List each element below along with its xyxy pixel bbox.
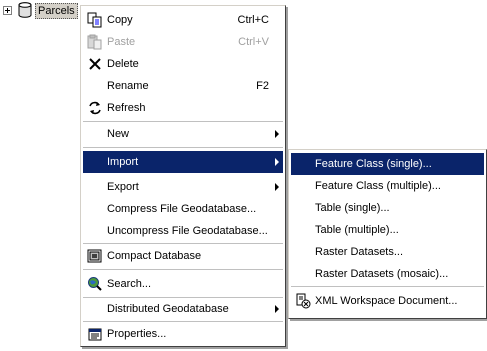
menu-item-label: Uncompress File Geodatabase... bbox=[107, 225, 268, 237]
submenu-item-label: Feature Class (multiple)... bbox=[315, 180, 441, 192]
submenu-item-xml-workspace-document[interactable]: XML Workspace Document... bbox=[291, 290, 484, 312]
submenu-arrow-icon bbox=[275, 158, 279, 166]
geodatabase-icon bbox=[18, 2, 32, 18]
submenu-arrow-icon bbox=[275, 183, 279, 191]
expand-plus-icon[interactable] bbox=[3, 6, 12, 15]
menu-separator bbox=[291, 286, 484, 288]
menu-item-import[interactable]: Import bbox=[83, 151, 283, 173]
delete-x-icon bbox=[89, 58, 101, 70]
properties-icon bbox=[88, 328, 102, 341]
menu-item-label: Search... bbox=[107, 278, 152, 290]
menu-item-label: New bbox=[107, 128, 130, 140]
menu-item-label: Distributed Geodatabase bbox=[107, 303, 229, 315]
search-globe-icon bbox=[88, 277, 102, 291]
menu-item-rename[interactable]: Rename F2 bbox=[83, 75, 283, 97]
submenu-item-raster-datasets-mosaic[interactable]: Raster Datasets (mosaic)... bbox=[291, 263, 484, 285]
copy-icon bbox=[87, 12, 102, 28]
menu-separator bbox=[83, 269, 283, 271]
shortcut-text: Ctrl+V bbox=[238, 36, 269, 48]
menu-item-export[interactable]: Export bbox=[83, 176, 283, 198]
menu-item-copy[interactable]: Copy Ctrl+C bbox=[83, 9, 283, 31]
import-submenu: Feature Class (single)... Feature Class … bbox=[288, 149, 487, 319]
menu-item-properties[interactable]: Properties... bbox=[83, 323, 283, 345]
compact-database-icon bbox=[87, 249, 102, 263]
menu-item-compress-file-geodatabase[interactable]: Compress File Geodatabase... bbox=[83, 198, 283, 220]
menu-item-label: Export bbox=[107, 181, 139, 193]
submenu-item-feature-class-multiple[interactable]: Feature Class (multiple)... bbox=[291, 175, 484, 197]
submenu-item-table-single[interactable]: Table (single)... bbox=[291, 197, 484, 219]
menu-separator bbox=[83, 147, 283, 149]
menu-item-label: Copy bbox=[107, 14, 133, 26]
submenu-item-label: Table (multiple)... bbox=[315, 224, 399, 236]
tree-node-label[interactable]: Parcels bbox=[35, 3, 78, 19]
menu-item-label: Refresh bbox=[107, 102, 146, 114]
menu-item-label: Paste bbox=[107, 36, 136, 48]
context-menu: Copy Ctrl+C Paste Ctrl+V Delete Rename F… bbox=[80, 5, 286, 347]
submenu-arrow-icon bbox=[275, 130, 279, 138]
menu-item-paste[interactable]: Paste Ctrl+V bbox=[83, 31, 283, 53]
menu-item-uncompress-file-geodatabase[interactable]: Uncompress File Geodatabase... bbox=[83, 220, 283, 242]
menu-item-new[interactable]: New bbox=[83, 123, 283, 145]
submenu-item-label: Table (single)... bbox=[315, 202, 390, 214]
submenu-item-label: Feature Class (single)... bbox=[315, 158, 432, 170]
menu-item-label: Compress File Geodatabase... bbox=[107, 203, 257, 215]
menu-item-search[interactable]: Search... bbox=[83, 273, 283, 295]
menu-item-label: Rename bbox=[107, 80, 149, 92]
menu-item-delete[interactable]: Delete bbox=[83, 53, 283, 75]
refresh-icon bbox=[89, 101, 101, 115]
submenu-item-label: Raster Datasets... bbox=[315, 246, 404, 258]
shortcut-text: F2 bbox=[256, 80, 269, 92]
menu-item-label: Delete bbox=[107, 58, 139, 70]
shortcut-text: Ctrl+C bbox=[237, 14, 269, 26]
menu-item-distributed-geodatabase[interactable]: Distributed Geodatabase bbox=[83, 298, 283, 320]
submenu-item-feature-class-single[interactable]: Feature Class (single)... bbox=[291, 153, 484, 175]
submenu-item-raster-datasets[interactable]: Raster Datasets... bbox=[291, 241, 484, 263]
submenu-arrow-icon bbox=[275, 305, 279, 313]
menu-item-refresh[interactable]: Refresh bbox=[83, 97, 283, 119]
xml-document-icon bbox=[296, 293, 311, 309]
menu-item-compact-database[interactable]: Compact Database bbox=[83, 245, 283, 267]
submenu-item-table-multiple[interactable]: Table (multiple)... bbox=[291, 219, 484, 241]
submenu-item-label: XML Workspace Document... bbox=[315, 295, 458, 307]
menu-item-label: Import bbox=[107, 156, 139, 168]
menu-item-label: Properties... bbox=[107, 328, 167, 340]
menu-item-label: Compact Database bbox=[107, 250, 202, 262]
submenu-item-label: Raster Datasets (mosaic)... bbox=[315, 268, 449, 280]
paste-icon bbox=[87, 34, 102, 50]
